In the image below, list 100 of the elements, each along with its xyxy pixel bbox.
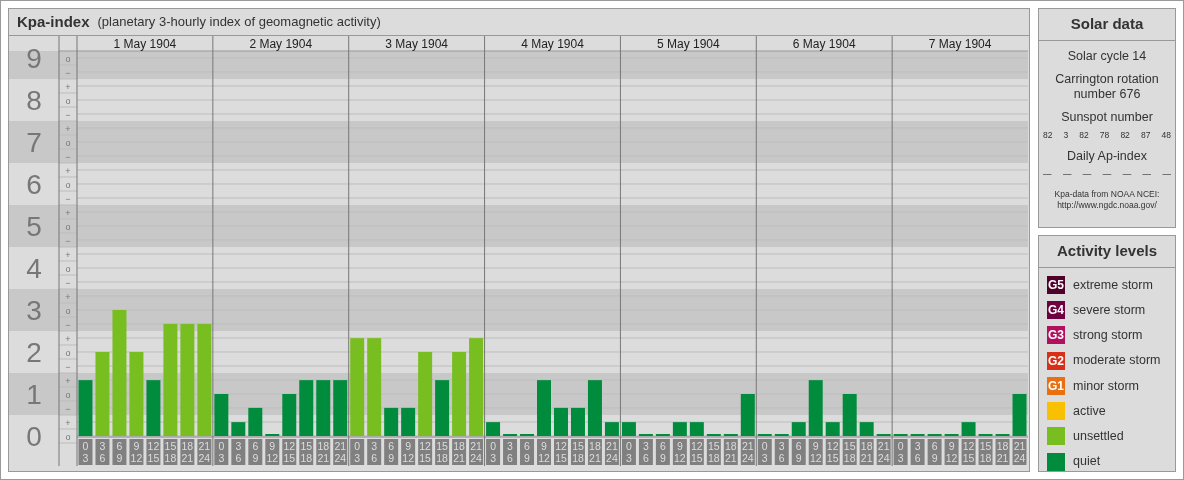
bar (384, 407, 399, 436)
minor-tick-label: + (65, 207, 71, 218)
day-label: 5 May 1904 (657, 37, 720, 51)
time-slot-label: 18 21 (859, 439, 874, 465)
x-tick-label: 3 6 (914, 440, 921, 464)
bar (401, 407, 416, 436)
time-slot-label: 3 6 (910, 439, 925, 465)
x-tick-label: 6 9 (116, 440, 123, 464)
time-slot-label: 18 21 (587, 439, 602, 465)
time-slot-label: 12 15 (961, 439, 976, 465)
sunspot-value: 78 (1099, 128, 1110, 142)
minor-tick-label: − (65, 193, 71, 204)
x-tick-label: 0 3 (82, 440, 89, 464)
level-label: strong storm (1073, 327, 1143, 344)
bar (604, 422, 619, 436)
day-label: 7 May 1904 (928, 37, 992, 51)
chart-subtitle: (planetary 3-hourly index of geomagnetic activity) (97, 13, 381, 32)
minor-tick-label: o (65, 305, 71, 316)
bar (146, 380, 161, 436)
minor-tick-label: + (65, 333, 71, 344)
minor-tick-label: + (65, 291, 71, 302)
bar (961, 422, 976, 436)
bar (571, 407, 585, 436)
bar (486, 422, 501, 436)
bar (587, 380, 602, 436)
bar (825, 422, 840, 436)
bar (333, 380, 348, 436)
day-label: 4 May 1904 (521, 37, 584, 51)
level-label: moderate storm (1073, 352, 1161, 370)
solar-cycle-text: Solar cycle 14 (1066, 48, 1148, 64)
time-slot-label: 6 9 (791, 439, 806, 465)
minor-tick-label: o (65, 389, 71, 400)
level-label: quiet (1073, 453, 1101, 471)
time-slot-label: 21 24 (1012, 439, 1027, 465)
sunspot-heading: Sunspot number (1060, 109, 1154, 125)
time-slot-label: 6 9 (112, 439, 127, 465)
axis-tick-label: 8 (26, 85, 42, 116)
time-slot-label: 12 15 (825, 439, 840, 465)
bar (316, 380, 331, 436)
minor-tick-label: o (65, 347, 71, 358)
time-slot-label: 15 18 (571, 439, 585, 465)
time-slot-label: 15 18 (299, 439, 314, 465)
x-tick-label: 6 9 (388, 440, 395, 464)
time-slot-label: 3 6 (503, 439, 518, 465)
axis-tick-label: 0 (26, 421, 42, 452)
time-slot-label: 9 12 (808, 439, 823, 465)
time-slot-label: 21 24 (333, 439, 348, 465)
time-slot-label: 9 12 (401, 439, 416, 465)
sunspot-value: 82 (1043, 128, 1053, 142)
time-slot-label: 12 15 (689, 439, 704, 465)
x-tick-label: 0 3 (897, 440, 904, 464)
bar (1012, 394, 1027, 436)
bar (78, 380, 93, 436)
minor-tick-label: o (65, 221, 71, 232)
time-slot-label: 21 24 (740, 439, 755, 465)
time-slot-label: 15 18 (163, 439, 178, 465)
time-slot-label: 9 12 (265, 439, 280, 465)
minor-tick-label: − (65, 319, 71, 330)
time-slot-label: 6 9 (927, 439, 942, 465)
time-slot-label: 15 18 (842, 439, 857, 465)
bar (791, 422, 806, 436)
time-slot-label: 12 15 (146, 439, 161, 465)
minor-tick-label: − (65, 403, 71, 414)
sunspot-value: 82 (1079, 128, 1089, 142)
day-label: 2 May 1904 (249, 37, 313, 51)
minor-tick-label: + (65, 375, 71, 386)
time-slot-label: 21 24 (469, 439, 484, 465)
time-slot-label: 9 12 (537, 439, 551, 465)
ap-index-value: — (1162, 168, 1171, 181)
x-tick-label: 0 3 (761, 440, 768, 464)
minor-tick-label: + (65, 249, 71, 260)
sunspot-value: 3 (1063, 128, 1069, 142)
chart-title: Kpa-index (17, 11, 90, 32)
axis-tick-label: 7 (26, 127, 42, 158)
minor-tick-label: − (65, 109, 71, 120)
ap-index-heading: Daily Ap-index (1066, 149, 1148, 165)
ap-index-value: — (1102, 168, 1112, 181)
axis-tick-label: 5 (26, 211, 42, 242)
level-label: minor storm (1073, 377, 1139, 395)
ap-index-value: — (1122, 168, 1132, 181)
axis-tick-label: 3 (26, 295, 42, 326)
x-tick-label: 3 6 (235, 440, 242, 464)
carrington-text: Carrington rotation number 676 (1054, 71, 1160, 102)
time-slot-label: 18 21 (180, 439, 195, 465)
minor-tick-label: o (65, 95, 71, 106)
time-slot-label: 18 21 (723, 439, 738, 465)
minor-tick-label: + (65, 123, 71, 134)
axis-tick-label: 2 (26, 337, 42, 368)
axis-tick-label: 9 (26, 43, 42, 74)
x-tick-label: 0 3 (490, 440, 497, 464)
time-slot-label: 15 18 (435, 439, 450, 465)
x-tick-label: 0 3 (626, 440, 632, 464)
bar (842, 394, 857, 436)
time-slot-label: 21 24 (604, 439, 619, 465)
day-label: 6 May 1904 (792, 37, 856, 51)
level-label: active (1073, 402, 1106, 420)
x-tick-label: 3 6 (778, 440, 785, 464)
x-tick-label: 0 3 (354, 440, 361, 464)
bar (672, 422, 687, 436)
bar (282, 394, 297, 436)
